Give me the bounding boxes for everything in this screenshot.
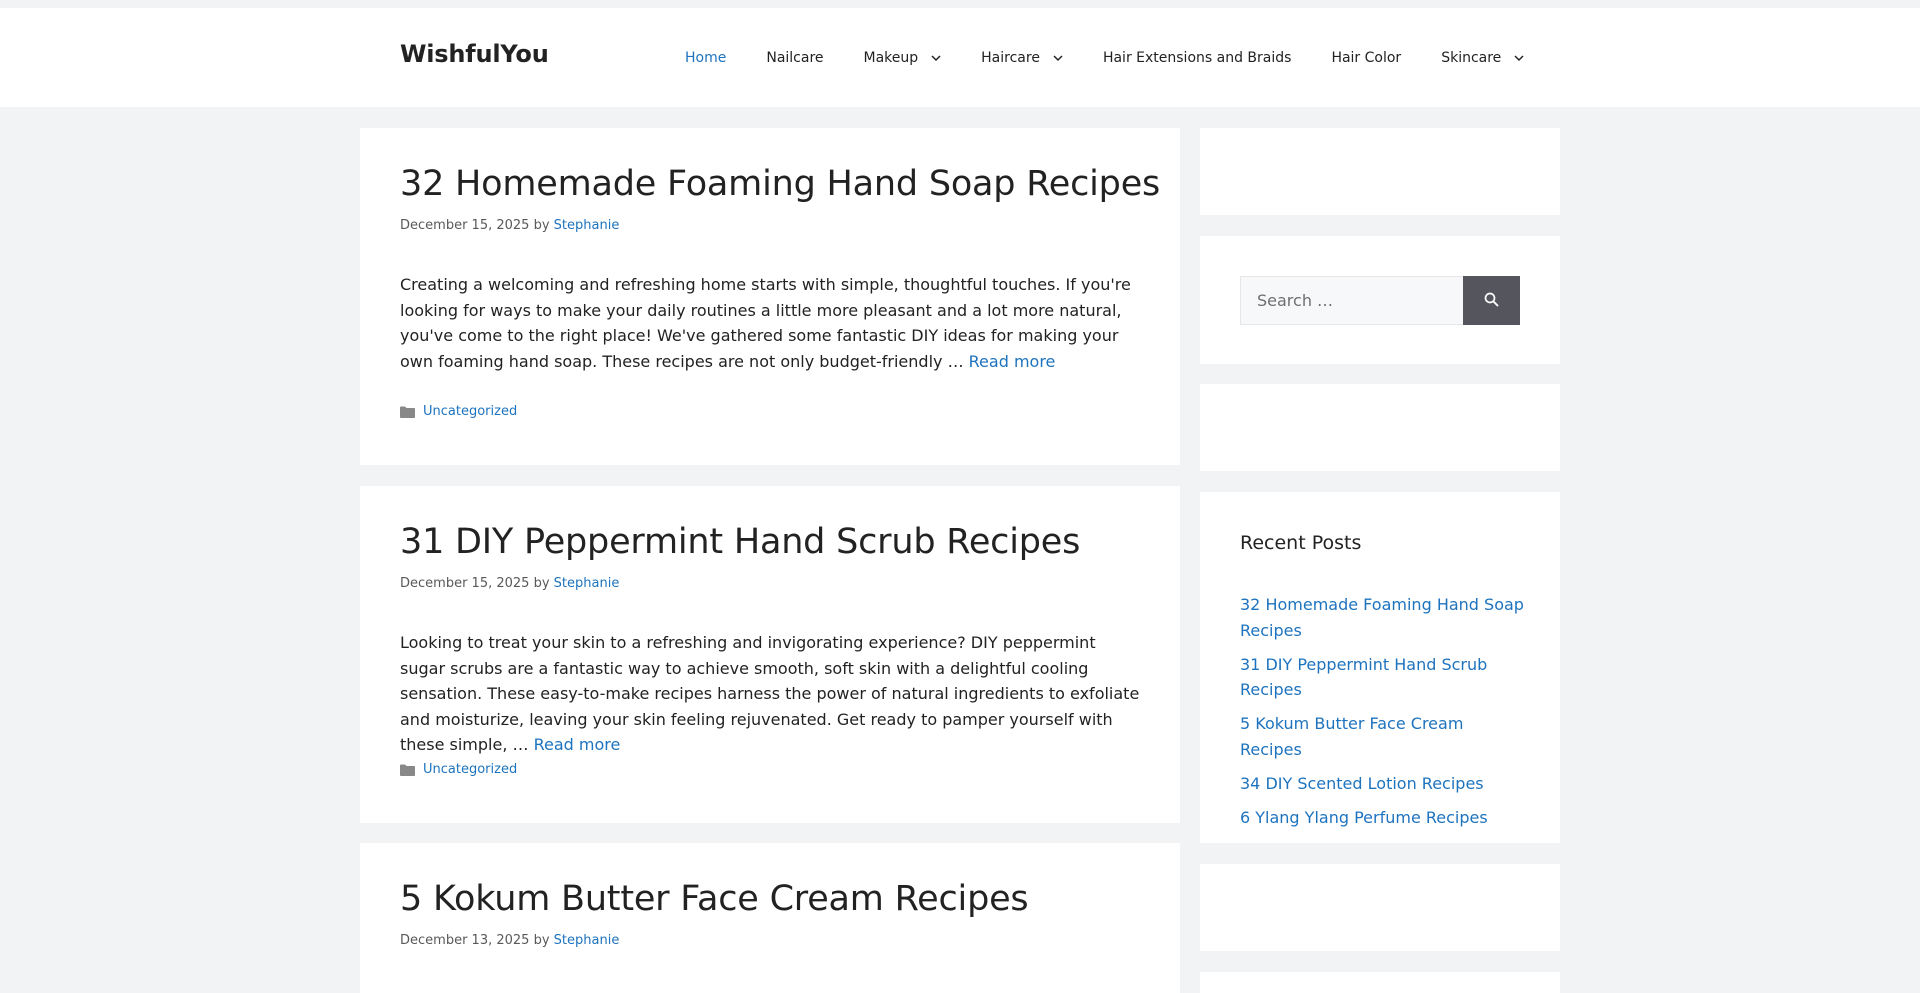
post-title[interactable]: 5 Kokum Butter Face Cream Recipes [400, 879, 1029, 919]
post-meta: December 13, 2025 by Stephanie [400, 933, 619, 948]
read-more-link[interactable]: Read more [969, 352, 1056, 371]
top-strip [0, 0, 1920, 8]
post-meta: December 15, 2025 by Stephanie [400, 576, 619, 591]
nav-item-label: Haircare [981, 49, 1040, 66]
nav-item-home[interactable]: Home [665, 8, 746, 107]
sidebar-widget-empty [1200, 972, 1560, 993]
nav-item-hair-extensions-and-braids[interactable]: Hair Extensions and Braids [1083, 8, 1311, 107]
post-card: 5 Kokum Butter Face Cream Recipes Decemb… [360, 843, 1180, 993]
chevron-down-icon [1514, 53, 1524, 63]
recent-post-link[interactable]: 6 Ylang Ylang Perfume Recipes [1240, 808, 1488, 827]
recent-post-link[interactable]: 34 DIY Scented Lotion Recipes [1240, 774, 1484, 793]
post-by-label: by [533, 933, 550, 948]
nav-item-label: Skincare [1441, 49, 1502, 66]
list-item: 6 Ylang Ylang Perfume Recipes [1240, 805, 1530, 831]
list-item: 32 Homemade Foaming Hand Soap Recipes [1240, 592, 1530, 643]
site-brand[interactable]: WishfulYou [400, 40, 549, 68]
main-navigation: Home Nailcare Makeup Haircare Hair Exten… [665, 8, 1544, 107]
post-title[interactable]: 31 DIY Peppermint Hand Scrub Recipes [400, 522, 1080, 562]
post-excerpt-text: Looking to treat your skin to a refreshi… [400, 633, 1140, 754]
widget-title: Recent Posts [1240, 532, 1362, 554]
recent-posts-widget: Recent Posts 32 Homemade Foaming Hand So… [1200, 492, 1560, 843]
post-card: 32 Homemade Foaming Hand Soap Recipes De… [360, 128, 1180, 465]
recent-post-link[interactable]: 5 Kokum Butter Face Cream Recipes [1240, 714, 1463, 759]
nav-item-hair-color[interactable]: Hair Color [1311, 8, 1421, 107]
search-input[interactable] [1240, 276, 1463, 325]
recent-post-link[interactable]: 32 Homemade Foaming Hand Soap Recipes [1240, 595, 1524, 640]
folder-icon [400, 406, 415, 418]
nav-item-label: Home [685, 49, 727, 66]
sidebar-widget-empty [1200, 864, 1560, 951]
nav-item-makeup[interactable]: Makeup [844, 8, 962, 107]
nav-item-label: Nailcare [766, 49, 824, 66]
nav-item-label: Hair Extensions and Braids [1102, 49, 1292, 66]
post-excerpt: Creating a welcoming and refreshing home… [400, 272, 1140, 374]
post-title[interactable]: 32 Homemade Foaming Hand Soap Recipes [400, 164, 1160, 204]
recent-post-link[interactable]: 31 DIY Peppermint Hand Scrub Recipes [1240, 655, 1487, 700]
post-author-link[interactable]: Stephanie [554, 218, 620, 233]
nav-item-haircare[interactable]: Haircare [961, 8, 1083, 107]
post-card: 31 DIY Peppermint Hand Scrub Recipes Dec… [360, 486, 1180, 823]
list-item: 5 Kokum Butter Face Cream Recipes [1240, 711, 1530, 762]
post-meta: December 15, 2025 by Stephanie [400, 218, 619, 233]
chevron-down-icon [1053, 53, 1063, 63]
folder-icon [400, 764, 415, 776]
category-link[interactable]: Uncategorized [423, 762, 517, 777]
sidebar-widget-empty [1200, 128, 1560, 215]
post-author-link[interactable]: Stephanie [554, 576, 620, 591]
post-by-label: by [533, 218, 550, 233]
nav-item-label: Hair Color [1331, 49, 1402, 66]
post-date: December 15, 2025 [400, 576, 530, 591]
search-form [1240, 276, 1520, 325]
nav-item-label: Makeup [863, 49, 919, 66]
search-widget [1200, 236, 1560, 364]
post-category: Uncategorized [400, 762, 517, 777]
recent-posts-list: 32 Homemade Foaming Hand Soap Recipes 31… [1240, 592, 1530, 839]
search-icon [1484, 292, 1499, 310]
list-item: 31 DIY Peppermint Hand Scrub Recipes [1240, 652, 1530, 703]
nav-item-skincare[interactable]: Skincare [1421, 8, 1544, 107]
post-category: Uncategorized [400, 404, 517, 419]
search-button[interactable] [1463, 276, 1520, 325]
post-date: December 15, 2025 [400, 218, 530, 233]
read-more-link[interactable]: Read more [534, 735, 621, 754]
chevron-down-icon [931, 53, 941, 63]
post-author-link[interactable]: Stephanie [554, 933, 620, 948]
nav-item-nailcare[interactable]: Nailcare [746, 8, 843, 107]
post-by-label: by [533, 576, 550, 591]
site-header: WishfulYou Home Nailcare Makeup Haircare… [0, 8, 1920, 107]
category-link[interactable]: Uncategorized [423, 404, 517, 419]
sidebar-widget-empty [1200, 384, 1560, 471]
post-excerpt: Looking to treat your skin to a refreshi… [400, 630, 1140, 758]
list-item: 34 DIY Scented Lotion Recipes [1240, 771, 1530, 797]
post-date: December 13, 2025 [400, 933, 530, 948]
